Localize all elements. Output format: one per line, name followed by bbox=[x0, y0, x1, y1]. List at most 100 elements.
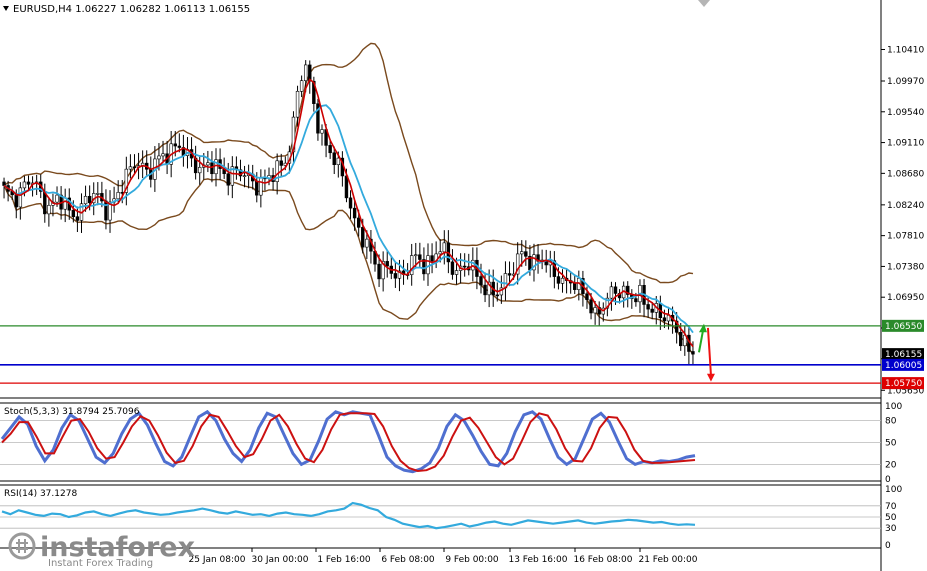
stoch-tick-label: 0 bbox=[885, 475, 891, 485]
candle-body bbox=[524, 251, 528, 257]
candle-body bbox=[462, 265, 467, 268]
stoch-tick-label: 80 bbox=[885, 417, 897, 427]
candle-body bbox=[259, 177, 263, 196]
time-tick-label: 21 Feb 00:00 bbox=[638, 555, 697, 565]
candle-body bbox=[348, 197, 353, 209]
candle-body bbox=[104, 200, 108, 221]
candle-body bbox=[393, 273, 398, 279]
candle-body bbox=[132, 166, 137, 169]
candle-body bbox=[479, 276, 483, 286]
candle-body bbox=[691, 351, 695, 355]
candle-body bbox=[556, 276, 561, 284]
time-tick-label: 30 Jan 00:00 bbox=[252, 555, 309, 565]
rsi-label: RSI(14) 37.1278 bbox=[4, 489, 77, 499]
candle-body bbox=[279, 160, 283, 166]
candle-body bbox=[520, 251, 524, 255]
candle-body bbox=[198, 167, 202, 174]
candle-body bbox=[365, 238, 369, 248]
candle-body bbox=[442, 242, 446, 253]
price-tag-label: 1.05750 bbox=[885, 379, 922, 389]
candle-body bbox=[87, 195, 92, 204]
candle-body bbox=[646, 304, 650, 310]
candle-body bbox=[71, 209, 76, 218]
candle-body bbox=[593, 307, 597, 314]
candle-body bbox=[560, 277, 565, 284]
candle-body bbox=[226, 173, 230, 186]
candle-body bbox=[255, 180, 259, 196]
candle-body bbox=[63, 197, 67, 210]
time-tick-label: 1 Feb 16:00 bbox=[317, 555, 371, 565]
candle-body bbox=[332, 152, 336, 166]
candle-body bbox=[426, 255, 430, 275]
candle-body bbox=[438, 251, 442, 255]
candle-body bbox=[613, 286, 618, 294]
price-tick-label: 1.09110 bbox=[887, 139, 924, 149]
candle-body bbox=[18, 187, 23, 208]
price-tag-label: 1.06550 bbox=[885, 322, 922, 332]
candle-body bbox=[352, 207, 357, 219]
price-tag-label: 1.06005 bbox=[885, 361, 922, 371]
candle-body bbox=[650, 308, 654, 313]
candle-body bbox=[96, 193, 100, 195]
candle-body bbox=[662, 317, 667, 322]
candle-body bbox=[2, 181, 6, 186]
price-tick-label: 1.08680 bbox=[887, 169, 924, 179]
price-tick-label: 1.10410 bbox=[887, 46, 924, 56]
candle-body bbox=[344, 175, 349, 199]
candle-body bbox=[206, 162, 210, 166]
candle-body bbox=[157, 155, 161, 160]
candle-body bbox=[483, 284, 487, 296]
price-tick-label: 1.06950 bbox=[887, 293, 924, 303]
candle-body bbox=[14, 194, 18, 208]
candle-body bbox=[361, 227, 365, 248]
candle-body bbox=[328, 145, 332, 154]
price-tag-label: 1.06155 bbox=[885, 350, 922, 360]
rsi-tick-label: 100 bbox=[885, 485, 902, 495]
candle-body bbox=[55, 194, 59, 203]
price-tick-label: 1.09970 bbox=[887, 77, 924, 87]
rsi-tick-label: 50 bbox=[885, 513, 897, 523]
price-tick-label: 1.07380 bbox=[887, 262, 924, 272]
candle-body bbox=[22, 181, 27, 189]
symbol-header: EURUSD,H4 1.06227 1.06282 1.06113 1.0615… bbox=[13, 4, 250, 15]
watermark-tagline: Instant Forex Trading bbox=[48, 558, 153, 569]
price-tick-label: 1.08240 bbox=[887, 201, 924, 211]
price-tick-label: 1.09540 bbox=[887, 108, 924, 118]
candle-body bbox=[450, 261, 455, 275]
candle-body bbox=[495, 294, 499, 297]
candle-body bbox=[299, 80, 304, 92]
candle-body bbox=[177, 145, 182, 148]
time-tick-label: 13 Feb 16:00 bbox=[508, 555, 567, 565]
candle-body bbox=[414, 254, 418, 257]
candle-body bbox=[418, 254, 422, 260]
candle-body bbox=[589, 299, 593, 314]
time-tick-label: 9 Feb 00:00 bbox=[445, 555, 499, 565]
candle-body bbox=[679, 331, 683, 347]
chart-canvas: 1.10410 1.09970 1.09540 1.09110 1.08680 1.082… bbox=[0, 0, 927, 571]
stoch-label: Stoch(5,3,3) 31.8794 25.7096 bbox=[4, 407, 140, 417]
candle-body bbox=[75, 216, 80, 221]
candle-body bbox=[356, 217, 361, 228]
time-tick-label: 16 Feb 08:00 bbox=[573, 555, 632, 565]
candle-body bbox=[47, 204, 51, 215]
candle-body bbox=[609, 286, 614, 299]
candle-body bbox=[454, 270, 459, 275]
candle-body bbox=[173, 143, 177, 147]
candle-body bbox=[336, 157, 341, 166]
candle-body bbox=[409, 255, 414, 275]
rsi-tick-label: 70 bbox=[885, 502, 897, 512]
candle-body bbox=[573, 282, 577, 290]
stoch-tick-label: 20 bbox=[885, 460, 897, 470]
candle-body bbox=[116, 192, 120, 200]
candle-body bbox=[385, 261, 389, 267]
candle-body bbox=[128, 166, 133, 170]
candle-body bbox=[430, 255, 434, 262]
candle-body bbox=[585, 293, 589, 301]
time-tick-label: 6 Feb 08:00 bbox=[381, 555, 435, 565]
rsi-tick-label: 0 bbox=[885, 541, 891, 551]
price-tick-label: 1.07810 bbox=[887, 232, 924, 242]
candle-body bbox=[320, 129, 324, 134]
candle-body bbox=[161, 153, 165, 157]
candle-body bbox=[295, 90, 300, 118]
stoch-tick-label: 100 bbox=[885, 402, 902, 412]
